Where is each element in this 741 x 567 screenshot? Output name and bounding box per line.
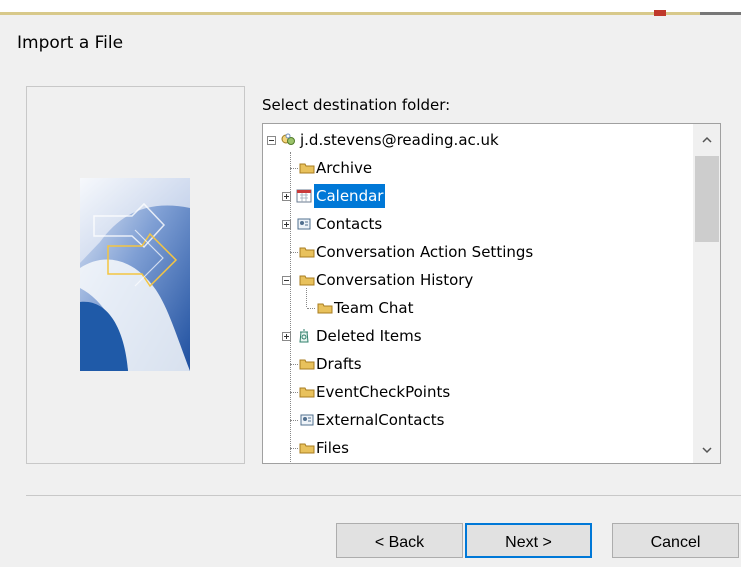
tree-item-connector	[290, 448, 298, 449]
folder-icon	[317, 303, 333, 314]
folder-icon	[299, 247, 315, 258]
chevron-down-icon[interactable]	[693, 438, 720, 462]
minus-square-icon[interactable]	[267, 136, 276, 145]
tree-item-eventcheckpoints[interactable]: EventCheckPoints	[283, 380, 693, 404]
window-top-red-mark	[654, 10, 666, 16]
window-top-strip	[0, 0, 741, 16]
window-top-gray-line	[700, 12, 741, 15]
recycle-icon	[299, 329, 309, 343]
tree-item-label: Files	[316, 439, 349, 457]
tree-item-label: EventCheckPoints	[316, 383, 451, 401]
tree-item-label: Contacts	[316, 215, 383, 233]
contacts-icon	[297, 218, 311, 230]
button-separator	[26, 495, 741, 496]
tree-item-connector	[290, 364, 298, 365]
tree-item-connector	[290, 252, 298, 253]
plus-square-icon[interactable]	[282, 192, 291, 201]
next-button[interactable]: Next >	[465, 523, 592, 558]
import-wizard-artwork	[80, 178, 190, 371]
tree-item-files[interactable]: Files	[283, 436, 693, 460]
cancel-button[interactable]: Cancel	[612, 523, 739, 558]
plus-square-icon[interactable]	[282, 220, 291, 229]
tree-item-archive[interactable]: Archive	[283, 156, 693, 180]
chevron-up-icon[interactable]	[693, 128, 720, 152]
folder-icon	[299, 387, 315, 398]
tree-item-externalcontacts[interactable]: ExternalContacts	[283, 408, 693, 432]
tree-item-label: Deleted Items	[316, 327, 422, 345]
folder-icon	[299, 359, 315, 370]
tree-item-label: ExternalContacts	[316, 411, 445, 429]
tree-vertical-scrollbar[interactable]	[693, 124, 720, 463]
tree-item-connector	[290, 168, 298, 169]
tree-item-label: Calendar	[314, 184, 386, 208]
plus-square-icon[interactable]	[282, 332, 291, 341]
tree-item-conversation-history[interactable]: Conversation History	[282, 268, 693, 292]
minus-square-icon[interactable]	[282, 276, 291, 285]
tree-item-conversation-action-settings[interactable]: Conversation Action Settings	[283, 240, 693, 264]
dialog-title: Import a File	[17, 33, 124, 53]
mailbox-icon	[281, 133, 295, 145]
tree-item-deleted-items[interactable]: Deleted Items	[282, 324, 693, 348]
contacts-icon	[300, 414, 314, 426]
folder-icon	[299, 443, 315, 454]
destination-folder-tree[interactable]: j.d.stevens@reading.ac.uk Archive Calend…	[262, 123, 721, 464]
folder-icon	[299, 275, 315, 286]
window-top-accent-line	[0, 12, 720, 15]
tree-scroll-thumb[interactable]	[695, 156, 719, 242]
tree-item-calendar[interactable]: Calendar	[282, 184, 693, 208]
back-button[interactable]: < Back	[336, 523, 463, 558]
tree-root-label: j.d.stevens@reading.ac.uk	[300, 131, 499, 149]
tree-item-connector	[307, 308, 315, 309]
tree-item-connector	[290, 420, 298, 421]
tree-item-connector	[290, 392, 298, 393]
folder-icon	[299, 163, 315, 174]
tree-root-row[interactable]: j.d.stevens@reading.ac.uk	[267, 128, 687, 152]
destination-folder-label: Select destination folder:	[262, 96, 451, 114]
tree-item-label: Conversation Action Settings	[316, 243, 534, 261]
tree-item-label: Archive	[316, 159, 373, 177]
tree-item-label: Team Chat	[334, 299, 414, 317]
calendar-icon	[296, 189, 312, 203]
tree-item-label: Conversation History	[316, 271, 474, 289]
tree-item-drafts[interactable]: Drafts	[283, 352, 693, 376]
tree-item-label: Drafts	[316, 355, 362, 373]
tree-item-team-chat[interactable]: Team Chat	[300, 296, 690, 320]
tree-item-contacts[interactable]: Contacts	[282, 212, 693, 236]
